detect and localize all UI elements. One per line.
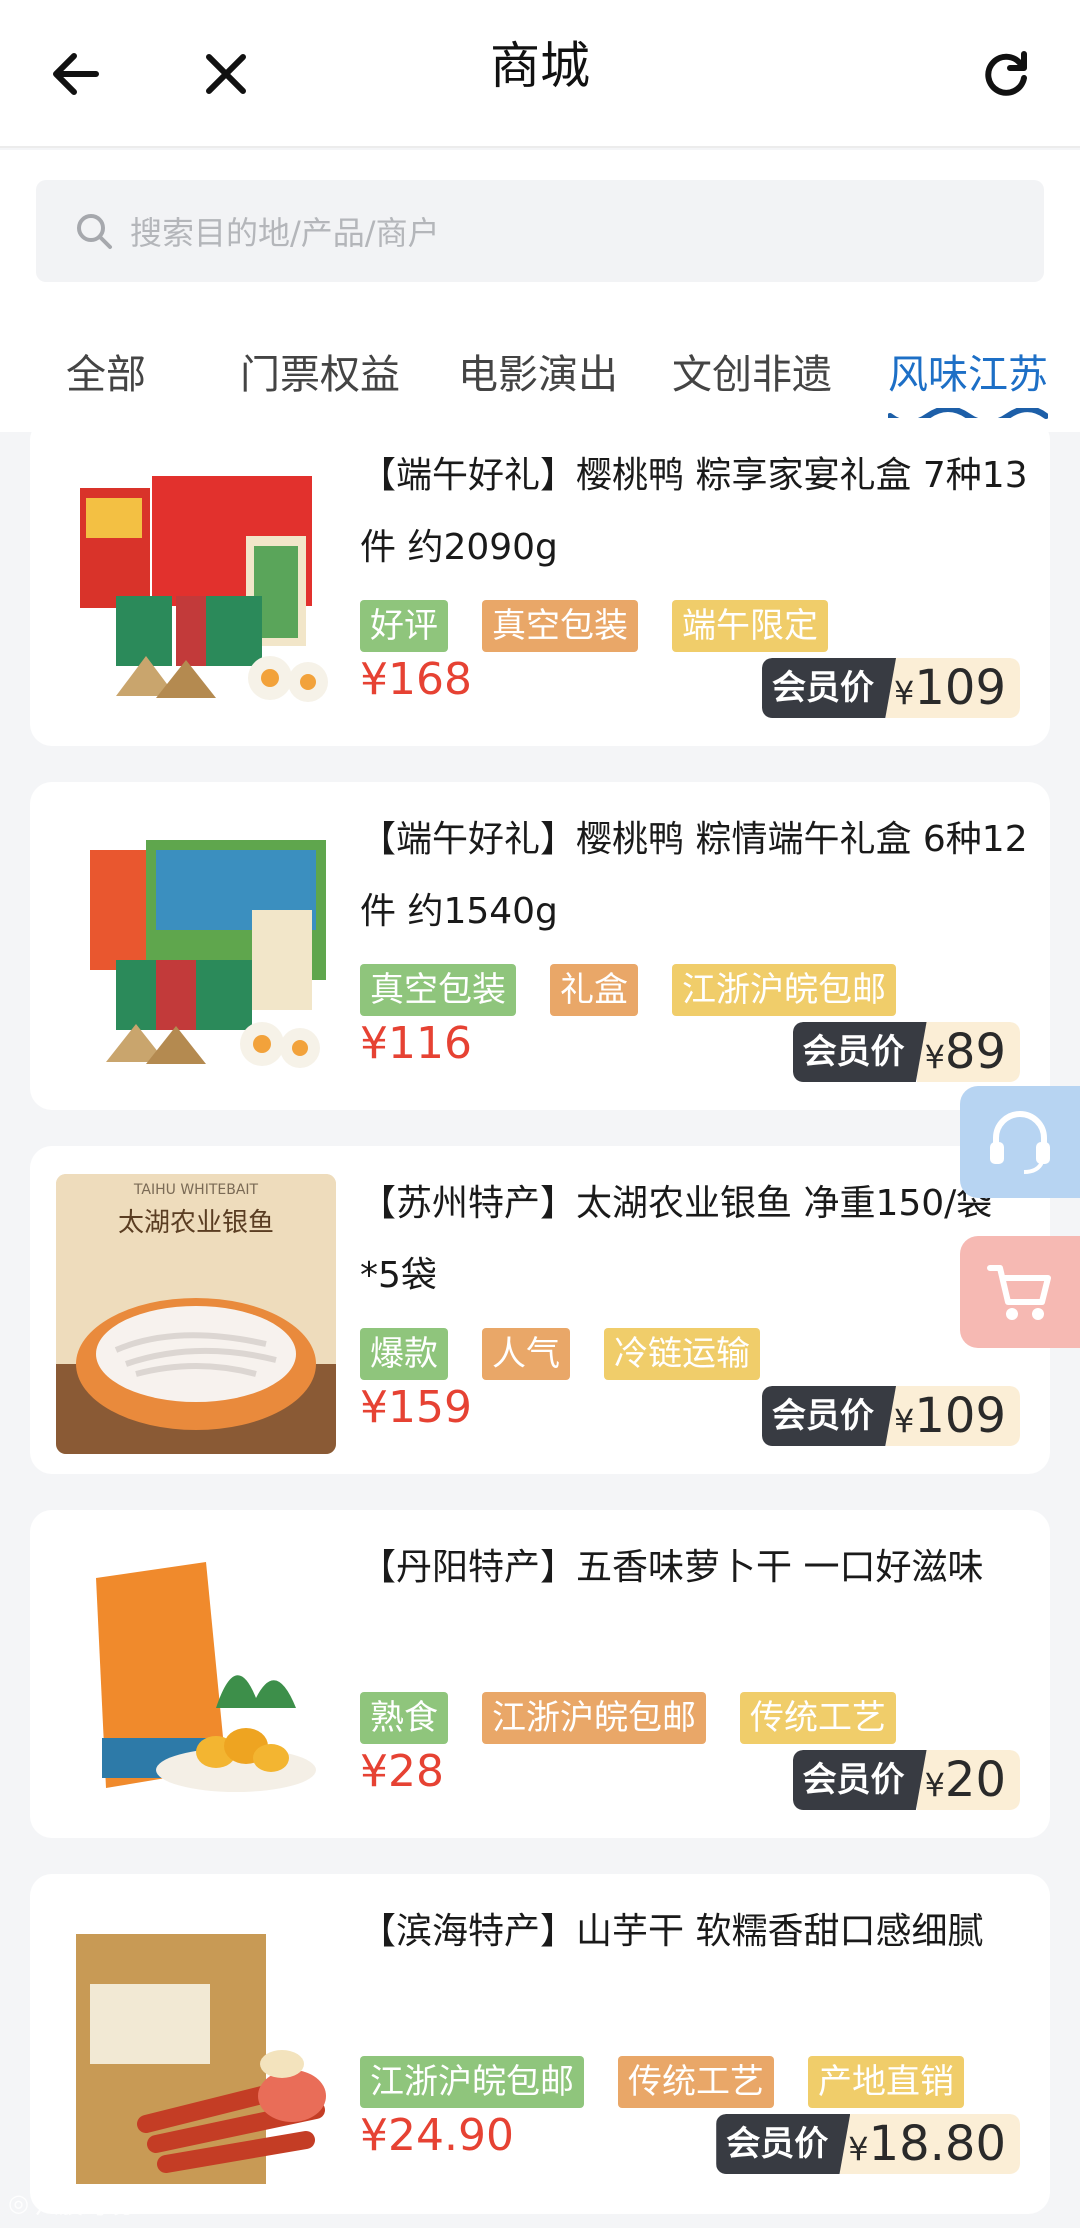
currency-symbol: ¥	[894, 1402, 915, 1440]
product-card[interactable]: 【端午好礼】樱桃鸭 粽情端午礼盒 6种12件 约1540g 真空包装 礼盒 江浙…	[30, 782, 1050, 1110]
product-image	[56, 446, 336, 726]
product-tag: 冷链运输	[604, 1328, 760, 1380]
member-label: 会员价	[792, 1750, 927, 1810]
watermark-logo-icon: ◎	[8, 2188, 29, 2217]
watermark: ◎ 六股跨境	[8, 2185, 131, 2220]
member-price-badge: 会员价 ¥18.80	[716, 2114, 1020, 2174]
product-price: ¥116	[360, 1018, 472, 1069]
cart-icon	[987, 1265, 1051, 1320]
member-label: 会员价	[716, 2114, 851, 2174]
tab-all[interactable]: 全部	[66, 330, 146, 430]
product-name: 【端午好礼】樱桃鸭 粽情端午礼盒 6种12件 约1540g	[360, 819, 1028, 932]
product-name: 【滨海特产】山芋干 软糯香甜口感细腻	[360, 1911, 984, 1952]
search-placeholder: 搜索目的地/产品/商户	[130, 214, 440, 252]
product-tags: 好评 真空包装 端午限定	[360, 600, 828, 652]
currency-symbol: ¥	[894, 674, 915, 712]
product-name: 【端午好礼】樱桃鸭 粽享家宴礼盒 7种13件 约2090g	[360, 455, 1028, 568]
product-tag: 江浙沪皖包邮	[360, 2056, 584, 2108]
product-price: ¥168	[360, 654, 472, 705]
product-tag: 礼盒	[550, 964, 638, 1016]
product-image: TAIHU WHITEBAIT 太湖农业银鱼	[56, 1174, 336, 1454]
product-tag: 爆款	[360, 1328, 448, 1380]
close-button[interactable]	[180, 28, 272, 120]
category-tabs: 全部 门票权益 电影演出 文创非遗 风味江苏	[0, 330, 1080, 430]
product-tag: 传统工艺	[618, 2056, 774, 2108]
member-price-badge: 会员价 ¥20	[792, 1750, 1020, 1810]
product-tags: 真空包装 礼盒 江浙沪皖包邮	[360, 964, 896, 1016]
product-name: 【苏州特产】太湖农业银鱼 净重150/袋*5袋	[360, 1183, 993, 1296]
watermark-text: 六股跨境	[34, 2191, 131, 2219]
tab-movies-shows[interactable]: 电影演出	[458, 330, 618, 430]
image-caption-cn: 太湖农业银鱼	[117, 1208, 274, 1238]
product-card[interactable]: TAIHU WHITEBAIT 太湖农业银鱼 【苏州特产】太湖农业银鱼 净重15…	[30, 1146, 1050, 1474]
customer-service-button[interactable]	[960, 1086, 1080, 1198]
product-card[interactable]: 【丹阳特产】五香味萝卜干 一口好滋味 熟食 江浙沪皖包邮 传统工艺 ¥28 会员…	[30, 1510, 1050, 1838]
currency-symbol: ¥	[848, 2130, 869, 2168]
product-price: ¥159	[360, 1382, 472, 1433]
product-tag: 端午限定	[672, 600, 828, 652]
tab-jiangsu-flavor[interactable]: 风味江苏	[888, 330, 1048, 430]
member-label: 会员价	[792, 1022, 927, 1082]
shopping-cart-button[interactable]	[960, 1236, 1080, 1348]
product-tags: 熟食 江浙沪皖包邮 传统工艺	[360, 1692, 896, 1744]
tab-culture[interactable]: 文创非遗	[672, 330, 832, 430]
member-price: 89	[944, 1024, 1006, 1080]
product-tag: 产地直销	[808, 2056, 964, 2108]
member-price-badge: 会员价 ¥89	[792, 1022, 1020, 1082]
product-card[interactable]: 【端午好礼】樱桃鸭 粽享家宴礼盒 7种13件 约2090g 好评 真空包装 端午…	[30, 418, 1050, 746]
refresh-button[interactable]	[960, 28, 1052, 120]
product-tag: 真空包装	[360, 964, 516, 1016]
product-image	[56, 810, 336, 1090]
filter-panel: 搜索目的地/产品/商户 全部 门票权益 电影演出 文创非遗 风味江苏	[0, 150, 1080, 432]
product-tag: 江浙沪皖包邮	[672, 964, 896, 1016]
product-tag: 人气	[482, 1328, 570, 1380]
tab-tickets[interactable]: 门票权益	[240, 330, 400, 430]
currency-symbol: ¥	[924, 1766, 945, 1804]
arrow-left-icon	[53, 53, 99, 95]
headset-icon	[990, 1111, 1050, 1174]
product-tags: 江浙沪皖包邮 传统工艺 产地直销	[360, 2056, 964, 2108]
refresh-icon	[985, 51, 1027, 96]
member-price: 109	[914, 660, 1006, 716]
image-caption-en: TAIHU WHITEBAIT	[133, 1182, 259, 1198]
product-tag: 熟食	[360, 1692, 448, 1744]
product-tag: 真空包装	[482, 600, 638, 652]
member-price: 20	[944, 1752, 1006, 1808]
member-price-badge: 会员价 ¥109	[762, 658, 1020, 718]
product-tag: 江浙沪皖包邮	[482, 1692, 706, 1744]
product-card[interactable]: 【滨海特产】山芋干 软糯香甜口感细腻 江浙沪皖包邮 传统工艺 产地直销 ¥24.…	[30, 1874, 1050, 2214]
top-bar: 商城	[0, 0, 1080, 148]
product-image	[56, 1538, 336, 1818]
close-icon	[206, 54, 246, 94]
member-price: 109	[914, 1388, 1006, 1444]
product-price: ¥28	[360, 1746, 444, 1797]
product-image	[56, 1914, 336, 2194]
page-title: 商城	[490, 37, 590, 95]
search-input[interactable]: 搜索目的地/产品/商户	[36, 180, 1044, 282]
member-label: 会员价	[762, 1386, 897, 1446]
member-price-badge: 会员价 ¥109	[762, 1386, 1020, 1446]
product-price: ¥24.90	[360, 2110, 514, 2161]
currency-symbol: ¥	[924, 1038, 945, 1076]
product-tag: 好评	[360, 600, 448, 652]
member-label: 会员价	[762, 658, 897, 718]
product-tags: 爆款 人气 冷链运输	[360, 1328, 760, 1380]
member-price: 18.80	[868, 2116, 1006, 2172]
product-tag: 传统工艺	[740, 1692, 896, 1744]
product-name: 【丹阳特产】五香味萝卜干 一口好滋味	[360, 1547, 984, 1588]
back-button[interactable]	[30, 28, 122, 120]
search-icon	[77, 214, 112, 249]
